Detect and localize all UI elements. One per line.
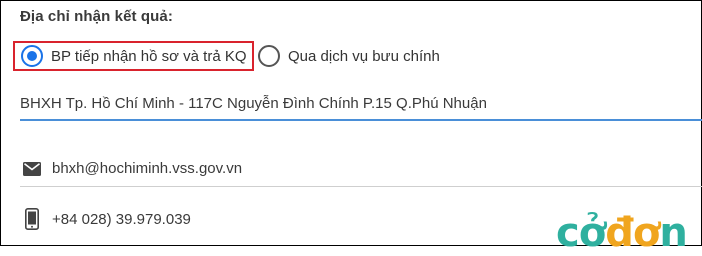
form-panel: Địa chỉ nhận kết quả: BP tiếp nhận hồ sơ…: [0, 0, 702, 253]
mobile-phone-icon: [20, 208, 44, 230]
envelope-icon: [20, 158, 44, 180]
codon-watermark-logo: cởđơn: [556, 210, 688, 256]
email-field[interactable]: bhxh@hochiminh.vss.gov.vn: [20, 151, 702, 187]
radio-checked-icon[interactable]: [21, 45, 43, 67]
address-input[interactable]: BHXH Tp. Hồ Chí Minh - 117C Nguyễn Đình …: [20, 93, 702, 121]
radio-option-office-label: BP tiếp nhận hồ sơ và trả KQ: [51, 47, 247, 65]
email-value: bhxh@hochiminh.vss.gov.vn: [52, 160, 243, 177]
radio-option-office[interactable]: BP tiếp nhận hồ sơ và trả KQ: [13, 41, 254, 71]
address-value: BHXH Tp. Hồ Chí Minh - 117C Nguyễn Đình …: [20, 95, 487, 112]
delivery-address-label: Địa chỉ nhận kết quả:: [20, 8, 173, 25]
radio-option-postal[interactable]: Qua dịch vụ bưu chính: [258, 41, 440, 71]
radio-option-postal-label: Qua dịch vụ bưu chính: [288, 47, 440, 65]
radio-unchecked-icon[interactable]: [258, 45, 280, 67]
phone-value: +84 028) 39.979.039: [52, 210, 191, 228]
